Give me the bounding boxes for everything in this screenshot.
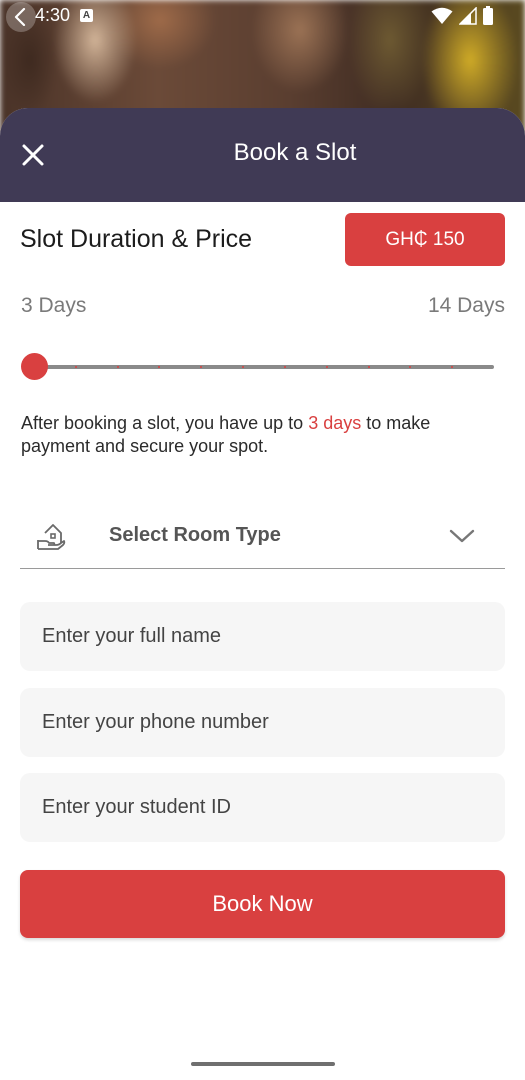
status-icons	[431, 6, 493, 25]
phone-number-input[interactable]	[20, 688, 505, 757]
duration-min-label: 3 Days	[21, 294, 87, 317]
home-indicator[interactable]	[191, 1062, 335, 1066]
price-button[interactable]: GH₵ 150	[345, 213, 505, 266]
slider-tick	[367, 366, 370, 368]
book-now-button[interactable]: Book Now	[20, 870, 505, 938]
house-hand-icon	[37, 524, 66, 550]
slider-tick	[116, 366, 119, 368]
battery-icon	[483, 6, 493, 25]
slider-tick	[283, 366, 286, 368]
duration-slider[interactable]	[20, 351, 495, 381]
student-id-field[interactable]	[20, 773, 505, 842]
student-id-input[interactable]	[20, 773, 505, 842]
sheet-header: Book a Slot	[0, 108, 525, 202]
screen: 4:30 A Book a Slot Slot Duration & Price…	[0, 0, 525, 1080]
chevron-down-icon	[449, 529, 475, 543]
sheet-title: Book a Slot	[233, 139, 357, 166]
status-time: 4:30	[35, 5, 71, 25]
full-name-field[interactable]	[20, 602, 505, 671]
room-type-label: Select Room Type	[109, 524, 281, 546]
chevron-left-icon	[14, 8, 26, 26]
slider-thumb[interactable]	[21, 353, 48, 380]
slider-track	[34, 365, 494, 369]
info-prefix: After booking a slot, you have up to	[21, 413, 309, 433]
slider-tick	[74, 366, 77, 368]
info-highlight: 3 days	[308, 413, 362, 433]
phone-number-field[interactable]	[20, 688, 505, 757]
booking-sheet: Book a Slot Slot Duration & Price GH₵ 15…	[0, 108, 525, 1080]
payment-info-text: After booking a slot, you have up to 3 d…	[21, 412, 501, 458]
back-button[interactable]	[6, 2, 36, 32]
full-name-input[interactable]	[20, 602, 505, 671]
room-type-select[interactable]: Select Room Type	[20, 504, 505, 569]
duration-max-label: 14 Days	[427, 294, 505, 317]
slider-tick	[325, 366, 328, 368]
signal-icon	[459, 6, 477, 25]
notification-icon: A	[80, 9, 93, 22]
wifi-icon	[431, 7, 453, 24]
status-bar: 4:30 A	[0, 0, 525, 34]
duration-section-title: Slot Duration & Price	[20, 225, 253, 253]
